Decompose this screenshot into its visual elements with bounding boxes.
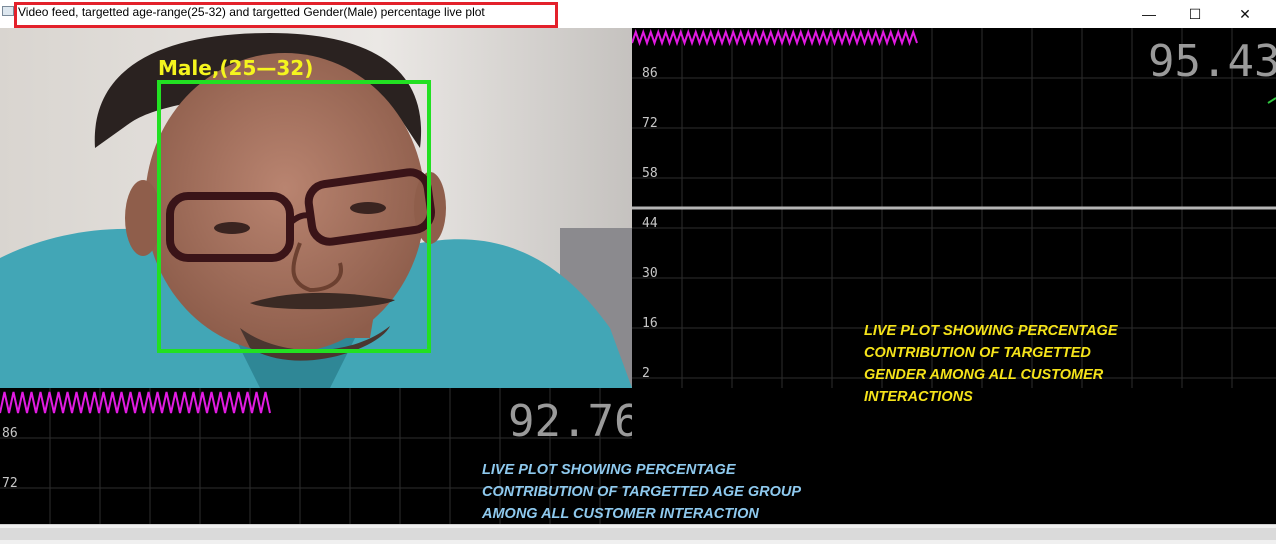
video-feed: Male,(25—32) (0, 28, 632, 388)
close-icon: ✕ (1239, 5, 1251, 22)
gender-tick-label: 44 (642, 216, 658, 231)
gender-tick-label: 2 (642, 366, 650, 381)
title-highlight-box (14, 2, 558, 28)
app-window-icon (2, 6, 14, 16)
maximize-button[interactable]: ☐ (1172, 0, 1218, 28)
gender-plot-annotation: LIVE PLOT SHOWING PERCENTAGE CONTRIBUTIO… (864, 320, 1118, 408)
close-button[interactable]: ✕ (1222, 0, 1268, 28)
annotation-line: CONTRIBUTION OF TARGETTED (864, 345, 1091, 361)
window-bottom-bar (0, 524, 1276, 544)
annotation-line: GENDER AMONG ALL CUSTOMER (864, 367, 1104, 383)
age-tick-label: 86 (2, 426, 18, 441)
annotation-line: LIVE PLOT SHOWING PERCENTAGE (482, 462, 736, 478)
minimize-button[interactable]: — (1126, 0, 1172, 28)
trend-mark (1267, 97, 1276, 104)
signal-trace (632, 28, 918, 47)
annotation-line: LIVE PLOT SHOWING PERCENTAGE (864, 323, 1118, 339)
annotation-line: AMONG ALL CUSTOMER INTERACTION (482, 506, 759, 522)
annotation-line: CONTRIBUTION OF TARGETTED AGE GROUP (482, 484, 801, 500)
gender-tick-label: 58 (642, 166, 658, 181)
age-current-value: 92.76 (508, 396, 632, 447)
detection-label: Male,(25—32) (158, 56, 314, 80)
maximize-icon: ☐ (1188, 5, 1202, 22)
age-tick-label: 72 (2, 476, 18, 491)
gender-tick-label: 16 (642, 316, 658, 331)
horizontal-scrollbar[interactable] (0, 528, 1276, 540)
gender-current-value: 95.43 (1148, 36, 1276, 87)
annotation-line: INTERACTIONS (864, 389, 973, 405)
gender-tick-label: 72 (642, 116, 658, 131)
age-plot-annotation: LIVE PLOT SHOWING PERCENTAGE CONTRIBUTIO… (482, 459, 801, 524)
minimize-icon: — (1142, 6, 1156, 22)
window-titlebar[interactable]: Video feed, targetted age-range(25-32) a… (0, 0, 1276, 28)
window-content: 95.43 86 72 58 44 30 16 2 92.76 86 72 Ma… (0, 28, 1276, 524)
gender-tick-label: 30 (642, 266, 658, 281)
signal-trace (0, 391, 271, 414)
gender-tick-label: 86 (642, 66, 658, 81)
face-detection-box (157, 80, 431, 353)
